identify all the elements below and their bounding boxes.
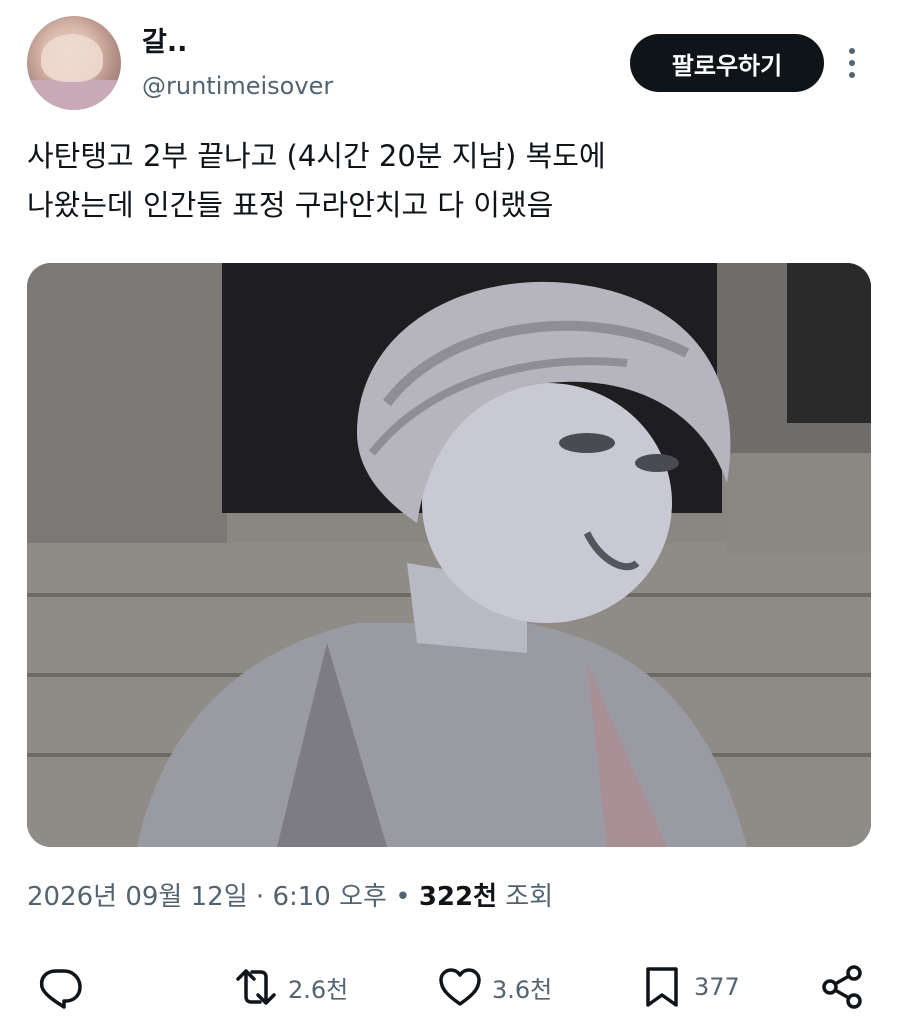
share-button[interactable] [818,955,866,1019]
reply-button[interactable] [36,955,84,1019]
tweet-media-image[interactable] [27,263,871,847]
follow-button[interactable]: 팔로우하기 [630,34,824,92]
retweet-icon [236,969,276,1005]
views-count: 322천 [418,882,498,912]
display-name[interactable]: 갈.. [142,20,187,59]
bookmark-icon [646,967,678,1007]
views-label: 조회 [505,882,554,912]
retweet-button[interactable]: 2.6천 [232,955,348,1019]
bookmark-count: 377 [694,973,740,1001]
more-vertical-icon[interactable] [838,42,866,84]
meta-separator: · [255,882,265,912]
meta-dot: • [395,882,411,912]
reply-icon [39,969,82,1009]
tweet-date[interactable]: 2026년 09월 12일 [27,882,248,912]
heart-icon [439,968,481,1006]
like-count: 3.6천 [492,975,553,1004]
bookmark-button[interactable]: 377 [638,955,740,1019]
share-icon [822,965,862,1009]
statue-photo [27,263,871,847]
user-handle[interactable]: @runtimeisover [142,72,333,100]
action-bar: 2.6천 3.6천 377 [0,955,900,1019]
avatar[interactable] [27,16,121,110]
tweet-text: 사탄탱고 2부 끝나고 (4시간 20분 지남) 복도에 나왔는데 인간들 표정… [27,139,606,222]
tweet-time[interactable]: 6:10 오후 [272,882,387,912]
like-button[interactable]: 3.6천 [436,955,552,1019]
retweet-count: 2.6천 [288,975,349,1004]
tweet-meta: 2026년 09월 12일 · 6:10 오후 • 322천 조회 [27,876,553,913]
